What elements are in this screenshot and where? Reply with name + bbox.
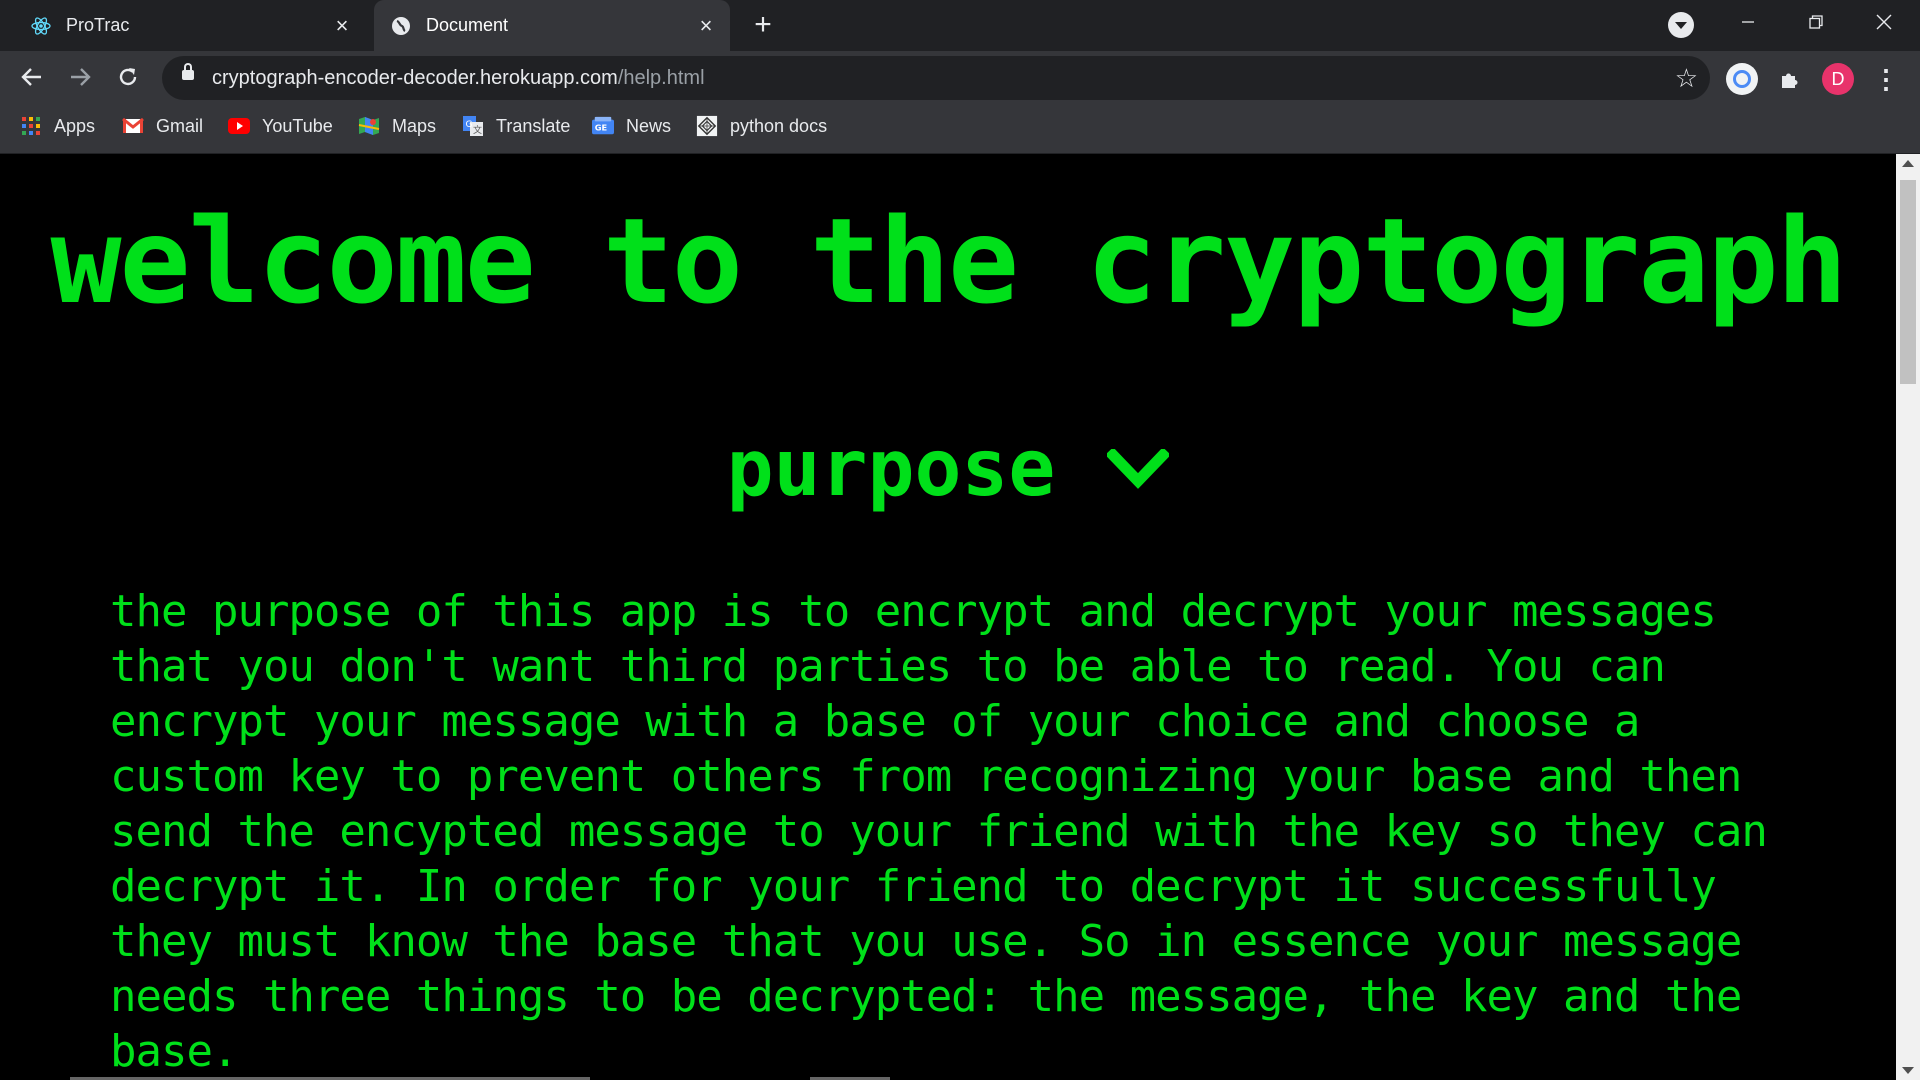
bookmark-apps[interactable]: Apps [20,105,95,147]
address-bar[interactable]: cryptograph-encoder-decoder.herokuapp.co… [162,56,1710,100]
tab-search-button[interactable] [1668,12,1694,38]
svg-text:文: 文 [473,124,482,136]
close-window-button[interactable] [1854,0,1914,44]
url-path: /help.html [617,67,705,89]
translate-icon: G文 [462,115,484,137]
url-text: cryptograph-encoder-decoder.herokuapp.co… [212,56,705,100]
extensions-puzzle-icon[interactable] [1772,61,1808,97]
bookmark-label: Maps [392,115,437,136]
tab-protrac[interactable]: ProTrac × [0,0,366,51]
vertical-scrollbar[interactable] [1896,154,1920,1080]
bookmark-label: YouTube [262,115,333,136]
tab-strip: ProTrac × Document × + [0,0,1920,51]
bookmark-youtube[interactable]: YouTube [228,105,333,147]
bookmarks-bar: Apps Gmail YouTube Maps G文 Translate GE … [0,105,1920,154]
profile-avatar[interactable]: D [1820,61,1856,97]
extension-icon[interactable] [1724,61,1760,97]
forward-button[interactable] [62,59,98,95]
react-icon [30,15,52,37]
scroll-down-arrow-icon[interactable] [1902,1067,1914,1074]
close-tab-icon[interactable]: × [694,13,718,38]
news-icon: GE [592,115,614,137]
python-docs-icon [696,115,718,137]
tab-label: ProTrac [66,15,130,35]
bookmark-gmail[interactable]: Gmail [122,105,203,147]
restore-button[interactable] [1786,0,1846,44]
gmail-icon [122,115,144,137]
maps-icon [358,115,380,137]
section-body: the purpose of this app is to encrypt an… [110,586,1768,1077]
bookmark-maps[interactable]: Maps [358,105,436,147]
browser-toolbar: cryptograph-encoder-decoder.herokuapp.co… [0,51,1920,105]
purpose-section-header[interactable]: purpose [0,424,1896,514]
bookmark-news[interactable]: GE News [592,105,671,147]
youtube-icon [228,115,250,137]
bookmark-label: Translate [496,115,571,136]
tab-document[interactable]: Document × [374,0,730,51]
bookmark-label: Apps [54,115,96,136]
url-domain: cryptograph-encoder-decoder.herokuapp.co… [212,67,618,89]
minimize-button[interactable] [1718,0,1778,44]
avatar-initial: D [1822,63,1854,95]
bookmark-label: Gmail [156,115,204,136]
menu-kebab-icon[interactable]: ⋮ [1868,61,1904,97]
tab-label: Document [426,15,509,35]
svg-text:GE: GE [595,123,608,133]
apps-grid-icon [20,115,42,137]
close-tab-icon[interactable]: × [330,13,354,38]
page-viewport: welcome to the cryptograph purpose the p… [0,154,1896,1080]
scrollbar-thumb[interactable] [1900,180,1916,384]
lock-icon [182,63,194,80]
svg-text:G: G [466,120,473,130]
bookmark-translate[interactable]: G文 Translate [462,105,570,147]
bookmark-label: News [626,115,672,136]
page-heading: welcome to the cryptograph [50,192,1847,330]
back-button[interactable] [14,59,50,95]
bookmark-python-docs[interactable]: python docs [696,105,827,147]
scroll-up-arrow-icon[interactable] [1902,160,1914,167]
chevron-down-icon[interactable] [1107,449,1170,489]
bookmark-label: python docs [730,115,828,136]
globe-icon [390,15,412,37]
reload-button[interactable] [110,59,146,95]
section-title: purpose [726,424,1056,514]
new-tab-button[interactable]: + [748,10,778,40]
bookmark-star-icon[interactable]: ☆ [1675,64,1698,92]
